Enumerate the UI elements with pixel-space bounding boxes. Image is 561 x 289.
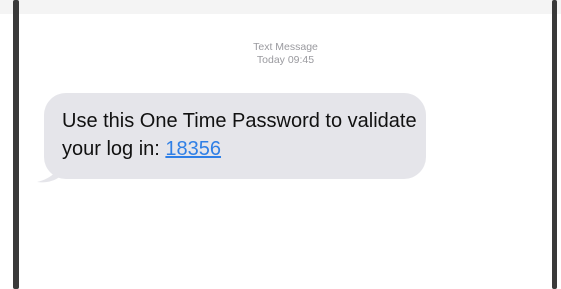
top-edge-strip xyxy=(0,0,561,14)
phone-frame: Text Message Today 09:45 Use this One Ti… xyxy=(0,0,561,289)
message-text: Use this One Time Password to validate y… xyxy=(62,110,417,160)
message-timestamp: Today 09:45 xyxy=(256,54,315,66)
message-body: Use this One Time Password to validate y… xyxy=(62,107,422,163)
service-label: Text Message xyxy=(253,41,318,53)
incoming-message-bubble[interactable]: Use this One Time Password to validate y… xyxy=(44,93,426,179)
message-meta-header: Text Message Today 09:45 xyxy=(19,41,552,67)
conversation-view[interactable]: Text Message Today 09:45 Use this One Ti… xyxy=(19,14,552,289)
otp-code-link[interactable]: 18356 xyxy=(165,138,221,160)
device-right-bezel xyxy=(552,0,557,289)
